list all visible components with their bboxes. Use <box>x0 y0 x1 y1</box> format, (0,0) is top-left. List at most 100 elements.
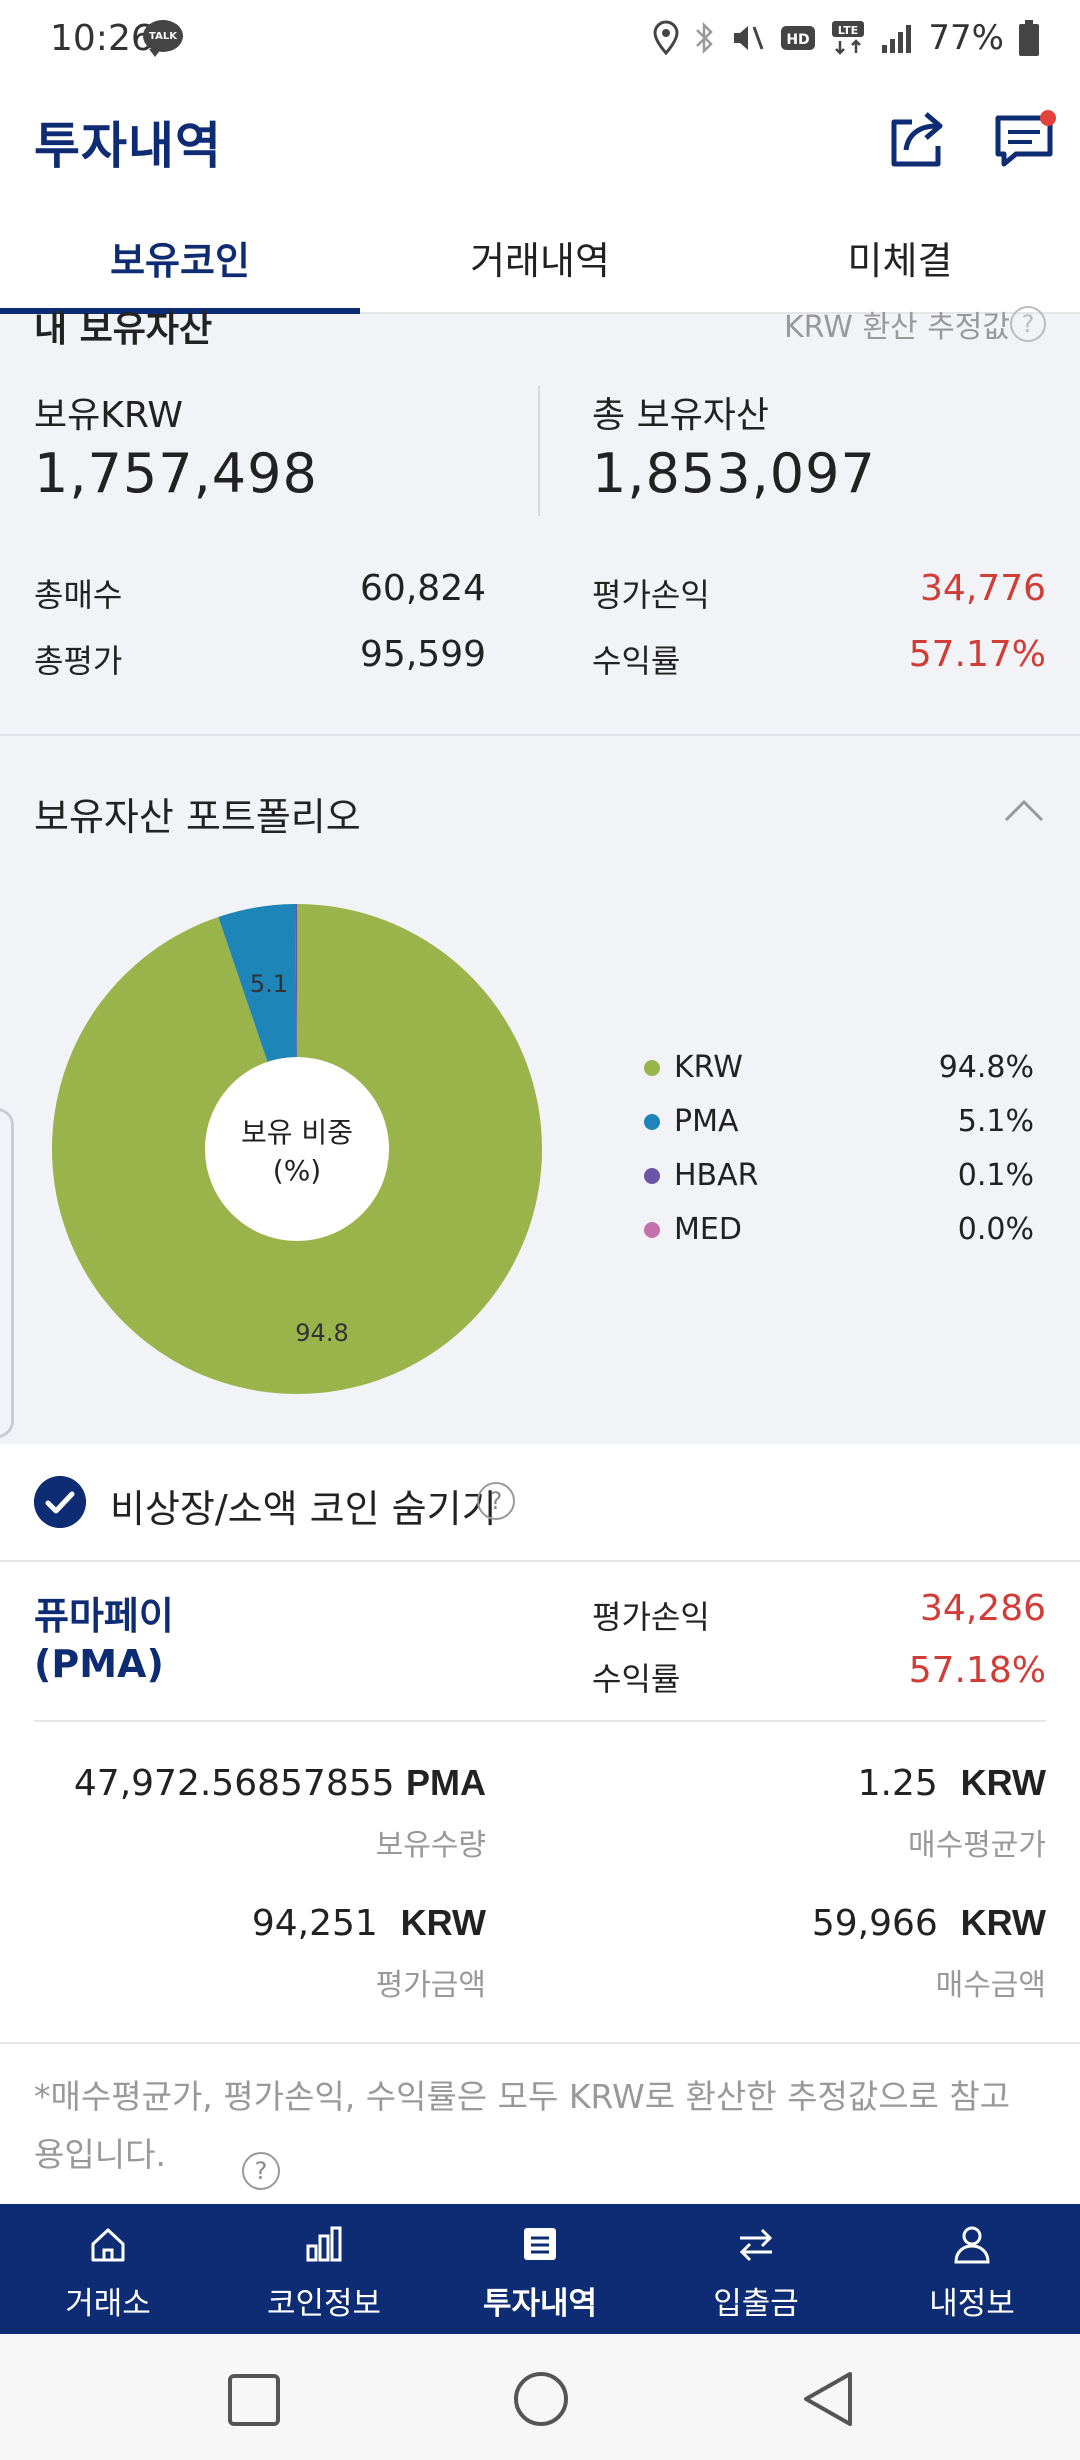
help-icon[interactable]: ? <box>477 1482 515 1520</box>
legend-pct: 0.1% <box>957 1158 1034 1193</box>
coin-eval-amount: 94,251 KRW <box>252 1902 486 1944</box>
return-label: 수익률 <box>592 642 681 680</box>
summary-section-title: 내 보유자산 <box>34 309 213 350</box>
summary-note: KRW 환산 추정값 <box>783 310 1010 345</box>
legend-pct: 94.8% <box>938 1050 1034 1085</box>
legend-dot <box>644 1060 660 1076</box>
recent-apps-icon[interactable] <box>226 2372 282 2428</box>
coin-return-value: 57.18% <box>908 1650 1046 1691</box>
total-buy-label: 총매수 <box>34 576 123 614</box>
eval-amount-label: 평가금액 <box>375 1968 486 2003</box>
divider <box>538 386 540 516</box>
nav-investment-history[interactable]: 투자내역 <box>432 2204 648 2334</box>
coin-name-korean: 퓨마페이 <box>34 1594 174 1638</box>
hide-small-coins-label[interactable]: 비상장/소액 코인 숨기기 <box>110 1478 497 1533</box>
legend-pct: 5.1% <box>957 1104 1034 1139</box>
tab-bar: 보유코인 거래내역 미체결 <box>0 200 1080 314</box>
svg-text:LTE: LTE <box>838 24 858 37</box>
tab-holdings[interactable]: 보유코인 <box>0 200 360 314</box>
quantity-label: 보유수량 <box>375 1828 486 1863</box>
coin-card-pma[interactable]: 퓨마페이 (PMA) 평가손익 34,286 수익률 57.18% 47,972… <box>0 1562 1080 2044</box>
side-drawer-handle[interactable] <box>0 1108 14 1438</box>
mute-icon <box>734 26 764 50</box>
bar-chart-icon <box>306 2226 342 2262</box>
svg-text:HD: HD <box>787 32 810 48</box>
chevron-up-icon[interactable] <box>1004 798 1044 822</box>
nav-label: 거래소 <box>65 2286 151 2322</box>
coin-quantity: 47,972.56857855 PMA <box>74 1762 486 1804</box>
coin-symbol: (PMA) <box>34 1642 164 1686</box>
avg-price-unit: KRW <box>960 1762 1046 1803</box>
buy-amount-label: 매수금액 <box>935 1968 1046 2003</box>
help-icon[interactable]: ? <box>242 2152 280 2190</box>
held-krw-label: 보유KRW <box>34 395 183 436</box>
nav-label: 코인정보 <box>266 2286 382 2322</box>
avg-price-label: 매수평균가 <box>908 1828 1046 1863</box>
status-time: 10:26 <box>50 18 154 59</box>
coin-eval-pl-label: 평가손익 <box>592 1598 710 1636</box>
coin-buy-amount: 59,966 KRW <box>812 1902 1046 1944</box>
location-icon <box>653 20 679 56</box>
nav-coin-info[interactable]: 코인정보 <box>216 2204 432 2334</box>
nav-label: 투자내역 <box>482 2286 598 2322</box>
back-icon[interactable] <box>800 2370 856 2428</box>
nav-deposit-withdraw[interactable]: 입출금 <box>648 2204 864 2334</box>
page-title: 투자내역 <box>34 117 222 175</box>
total-assets-value: 1,853,097 <box>592 442 876 505</box>
portfolio-legend: KRW 94.8% PMA 5.1% HBAR 0.1% MED 0.0% <box>644 1046 1034 1262</box>
quantity-value: 47,972.56857855 <box>73 1763 395 1804</box>
total-buy-value: 60,824 <box>360 568 486 609</box>
hd-icon: HD <box>781 26 816 50</box>
lte-icon: LTE <box>832 21 865 55</box>
legend-name: MED <box>674 1212 742 1247</box>
bottom-nav: 거래소 코인정보 투자내역 입출금 내정보 <box>0 2204 1080 2334</box>
total-eval-value: 95,599 <box>360 634 486 675</box>
system-navigation-bar <box>0 2334 1080 2460</box>
legend-dot <box>644 1114 660 1130</box>
person-icon <box>954 2226 990 2264</box>
home-icon <box>91 2228 125 2262</box>
slice-label-pma: 5.1 <box>250 970 288 998</box>
eval-amount-unit: KRW <box>400 1902 486 1943</box>
tab-pending-orders[interactable]: 미체결 <box>720 200 1080 314</box>
quantity-unit: PMA <box>406 1762 486 1803</box>
share-icon[interactable] <box>884 106 950 172</box>
total-assets-label: 총 보유자산 <box>592 395 770 436</box>
help-icon[interactable]: ? <box>1010 306 1046 342</box>
nav-exchange[interactable]: 거래소 <box>0 2204 216 2334</box>
talk-notification-icon: TALK <box>143 20 183 57</box>
legend-dot <box>644 1168 660 1184</box>
nav-my-info[interactable]: 내정보 <box>864 2204 1080 2334</box>
legend-name: HBAR <box>674 1158 759 1193</box>
legend-item-pma: PMA 5.1% <box>644 1100 1034 1154</box>
transfer-icon <box>739 2228 773 2262</box>
eval-amount-value: 94,251 <box>251 1903 378 1944</box>
signal-icon <box>882 25 912 53</box>
slice-label-krw: 94.8 <box>295 1319 348 1347</box>
legend-item-hbar: HBAR 0.1% <box>644 1154 1034 1208</box>
divider <box>34 1720 1046 1722</box>
donut-hole <box>205 1057 389 1241</box>
home-button-icon[interactable] <box>512 2370 570 2428</box>
coin-return-label: 수익률 <box>592 1660 681 1698</box>
total-eval-label: 총평가 <box>34 642 123 680</box>
buy-amount-unit: KRW <box>960 1902 1046 1943</box>
legend-name: PMA <box>674 1104 739 1139</box>
buy-amount-value: 59,966 <box>811 1903 938 1944</box>
footnote-text: *매수평균가, 평가손익, 수익률은 모두 KRW로 환산한 추정값으로 참고용… <box>34 2077 1011 2174</box>
donut-center-unit: (%) <box>273 1154 321 1187</box>
app-header: 투자내역 <box>0 80 1080 200</box>
battery-percent: 77% <box>928 18 1004 58</box>
legend-dot <box>644 1222 660 1238</box>
portfolio-section: 보유자산 포트폴리오 보유 비중 (%) 94.8 5.1 KRW 94.8% … <box>0 736 1080 1444</box>
coin-name: 퓨마페이 (PMA) <box>34 1592 174 1688</box>
notification-dot <box>1040 110 1056 126</box>
battery-icon <box>1019 20 1039 56</box>
portfolio-title: 보유자산 포트폴리오 <box>34 795 361 839</box>
status-icons: HD LTE 77% <box>652 18 1040 58</box>
legend-item-med: MED 0.0% <box>644 1208 1034 1262</box>
hide-small-coins-checkbox[interactable] <box>34 1476 86 1528</box>
tab-trade-history[interactable]: 거래내역 <box>360 200 720 314</box>
avg-price-value: 1.25 <box>857 1763 938 1804</box>
legend-name: KRW <box>674 1050 743 1085</box>
